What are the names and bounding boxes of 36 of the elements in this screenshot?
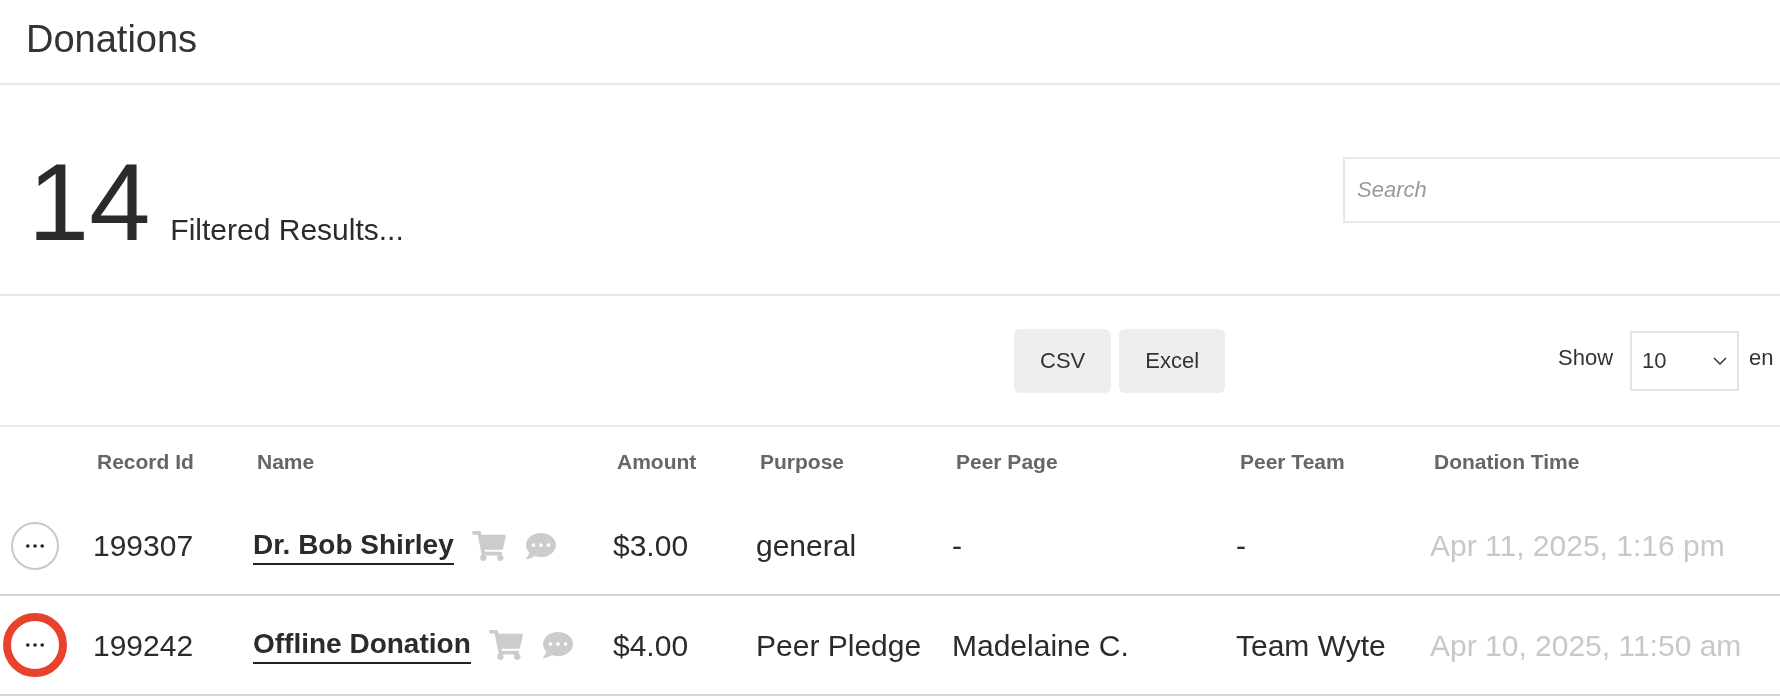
column-header: Purpose xyxy=(760,450,845,474)
record-id-cell: 199242 xyxy=(93,628,194,662)
more-icon xyxy=(26,543,44,548)
result-label: Filtered Results... xyxy=(170,215,404,245)
search-field[interactable]: Search xyxy=(1343,157,1780,223)
column-header: Amount xyxy=(617,450,697,474)
purpose-cell: general xyxy=(756,529,857,562)
column-header: Record Id xyxy=(97,450,194,474)
page-length-select[interactable]: 10 xyxy=(1630,330,1740,391)
donor-name-link[interactable]: Dr. Bob Shirley xyxy=(253,526,454,565)
column-header: Peer Page xyxy=(956,450,1058,474)
amount-cell: $3.00 xyxy=(613,529,689,562)
export-button[interactable]: CSV xyxy=(1014,328,1112,393)
purpose-cell: Peer Pledge xyxy=(756,628,922,662)
show-label: Show xyxy=(1558,344,1614,372)
column-header: Donation Time xyxy=(1434,450,1580,474)
peer-page-cell: - xyxy=(952,529,962,562)
peer-team-cell: - xyxy=(1236,529,1246,562)
page-title: Donations xyxy=(26,19,198,58)
row-actions-button[interactable] xyxy=(3,613,67,677)
export-button[interactable]: Excel xyxy=(1119,328,1226,393)
more-icon xyxy=(26,643,44,647)
record-id-cell: 199307 xyxy=(93,529,194,562)
donor-name-link[interactable]: Offline Donation xyxy=(253,626,471,664)
speech-bubble-icon xyxy=(523,530,558,561)
peer-page-cell: Madelaine C. xyxy=(952,628,1129,662)
entries-label: en xyxy=(1749,344,1774,372)
column-header: Name xyxy=(257,450,315,474)
chevron-down-icon xyxy=(1713,356,1728,365)
speech-bubble-icon xyxy=(540,630,575,660)
cart-icon xyxy=(471,530,506,561)
column-header: Peer Team xyxy=(1240,450,1345,474)
cart-icon xyxy=(488,630,523,660)
peer-team-cell: Team Wyte xyxy=(1236,628,1386,662)
result-count: 14 xyxy=(28,147,151,257)
amount-cell: $4.00 xyxy=(613,628,689,662)
